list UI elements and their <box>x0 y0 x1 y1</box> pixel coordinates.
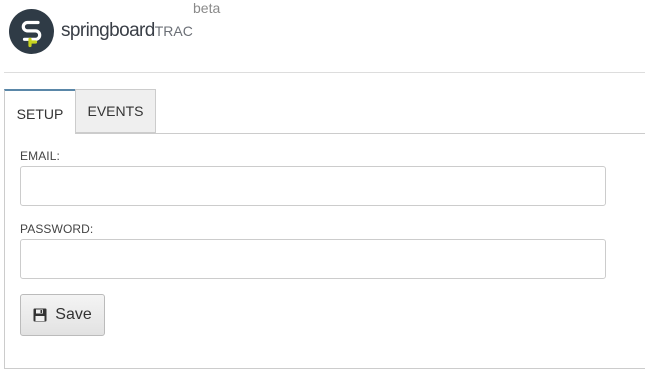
brand-main-text: springboard <box>61 20 155 41</box>
save-button[interactable]: Save <box>20 294 105 336</box>
header: springboardTRAC beta <box>0 0 645 72</box>
save-button-label: Save <box>55 306 92 323</box>
brand-wordmark: springboardTRAC <box>61 20 193 43</box>
floppy-disk-icon <box>33 308 47 322</box>
brand-sub-text: TRAC <box>154 23 193 39</box>
tab-setup[interactable]: SETUP <box>4 89 76 134</box>
email-label: EMAIL: <box>20 149 60 163</box>
beta-label: beta <box>193 0 221 16</box>
email-field[interactable] <box>20 166 606 206</box>
password-field[interactable] <box>20 239 606 279</box>
setup-panel: EMAIL: PASSWORD: Save <box>4 133 645 369</box>
springboard-logo-icon <box>9 9 54 54</box>
header-divider <box>4 72 645 73</box>
tab-bar: SETUP EVENTS <box>4 89 645 134</box>
password-label: PASSWORD: <box>20 222 94 236</box>
page: springboardTRAC beta SETUP EVENTS EMAIL:… <box>0 0 645 371</box>
tab-events[interactable]: EVENTS <box>75 89 156 133</box>
